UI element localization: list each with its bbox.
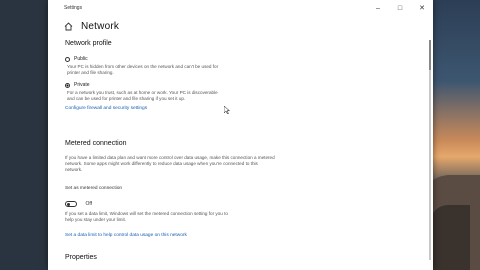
metered-description: If you have a limited data plan and want…: [65, 155, 275, 172]
window-controls: – □ ✕: [367, 0, 433, 16]
private-label: Private: [74, 82, 90, 88]
page-header: Network: [48, 16, 433, 36]
properties-heading: Properties: [65, 254, 97, 261]
settings-window: Settings – □ ✕ Network Network profile P…: [48, 0, 433, 270]
public-description: Your PC is hidden from other devices on …: [67, 64, 219, 75]
data-limit-note: If you set a data limit, Windows will se…: [65, 211, 228, 222]
metered-toggle[interactable]: [65, 200, 77, 207]
scrollbar-thumb[interactable]: [429, 40, 431, 70]
window-title: Settings: [64, 5, 83, 11]
public-label: Public: [74, 56, 88, 62]
network-profile-section: Network profile Public Your PC is hidden…: [65, 40, 395, 111]
scrollbar-track[interactable]: [429, 40, 431, 260]
public-radio[interactable]: [65, 56, 70, 62]
metered-toggle-label: Set as metered connection: [65, 186, 123, 191]
private-description: For a network you trust, such as at home…: [67, 90, 218, 101]
page-title: Network: [81, 20, 120, 32]
private-radio[interactable]: [65, 82, 70, 88]
minimize-icon[interactable]: –: [367, 0, 389, 16]
metered-heading: Metered connection: [65, 140, 127, 147]
private-radio-row[interactable]: Private: [65, 82, 395, 88]
set-data-limit-link[interactable]: Set a data limit to help control data us…: [65, 233, 187, 238]
title-bar[interactable]: Settings – □ ✕: [48, 0, 433, 16]
maximize-icon[interactable]: □: [389, 0, 411, 16]
mouse-cursor-icon: [224, 106, 230, 114]
firewall-settings-link[interactable]: Configure firewall and security settings: [65, 106, 395, 111]
close-icon[interactable]: ✕: [411, 0, 433, 16]
public-radio-row[interactable]: Public: [65, 56, 395, 62]
home-icon[interactable]: [64, 21, 73, 31]
desktop-left-strip: [0, 0, 48, 270]
desktop-rock: [430, 205, 470, 270]
network-profile-heading: Network profile: [65, 40, 112, 47]
metered-toggle-state: Off: [85, 200, 93, 207]
